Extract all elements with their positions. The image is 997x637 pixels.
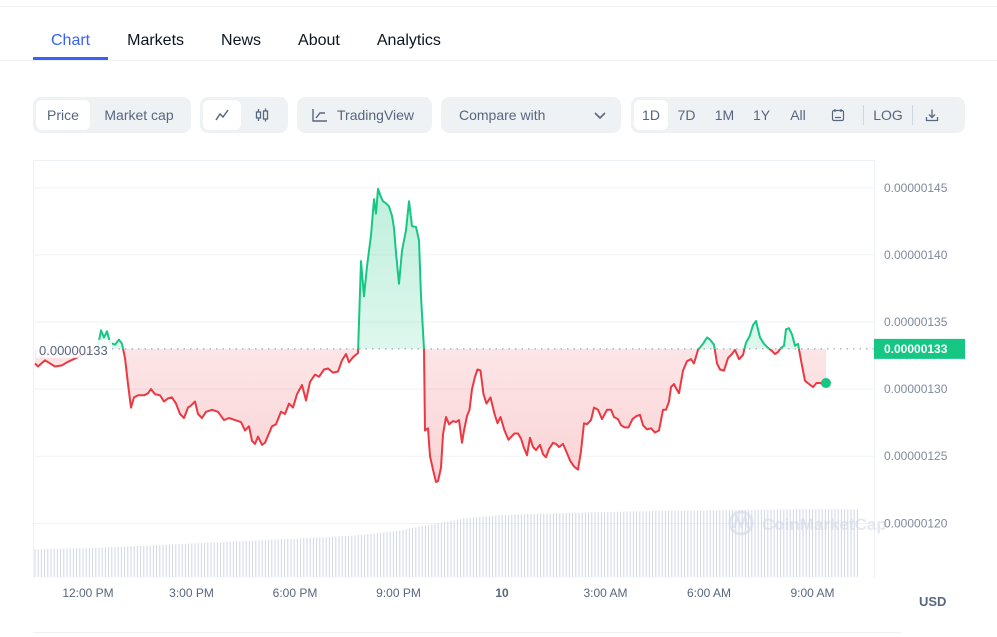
- price-chart[interactable]: CoinMarketCap 0.00000133 0.00000145 0.000…: [0, 0, 997, 637]
- x-tick-label: 12:00 PM: [62, 586, 113, 600]
- x-tick-label: 9:00 AM: [790, 586, 834, 600]
- y-tick-label: 0.00000130: [884, 382, 948, 396]
- y-tick-label: 0.00000120: [884, 516, 948, 530]
- current-price-dot: [820, 378, 831, 389]
- y-tick-label: 0.00000135: [884, 315, 948, 329]
- x-tick-label: 9:00 PM: [376, 586, 421, 600]
- watermark-text: CoinMarketCap: [762, 515, 887, 534]
- volume-bars: [34, 509, 858, 577]
- y-tick-label: 0.00000140: [884, 248, 948, 262]
- currency-label: USD: [919, 594, 947, 609]
- x-tick-label: 3:00 AM: [583, 586, 627, 600]
- x-tick-label: 3:00 PM: [169, 586, 214, 600]
- x-tick-label: 10: [495, 586, 509, 600]
- price-area-below-baseline: [35, 348, 826, 482]
- current-price-label: 0.00000133: [884, 342, 948, 356]
- y-tick-label: 0.00000125: [884, 449, 948, 463]
- y-tick-label: 0.00000145: [884, 181, 948, 195]
- bottom-divider: [33, 632, 901, 633]
- baseline-price-label: 0.00000133: [39, 343, 108, 358]
- x-tick-label: 6:00 PM: [273, 586, 318, 600]
- x-tick-label: 6:00 AM: [687, 586, 731, 600]
- x-axis-labels: 12:00 PM 3:00 PM 6:00 PM 9:00 PM 10 3:00 AM 6:…: [62, 586, 834, 600]
